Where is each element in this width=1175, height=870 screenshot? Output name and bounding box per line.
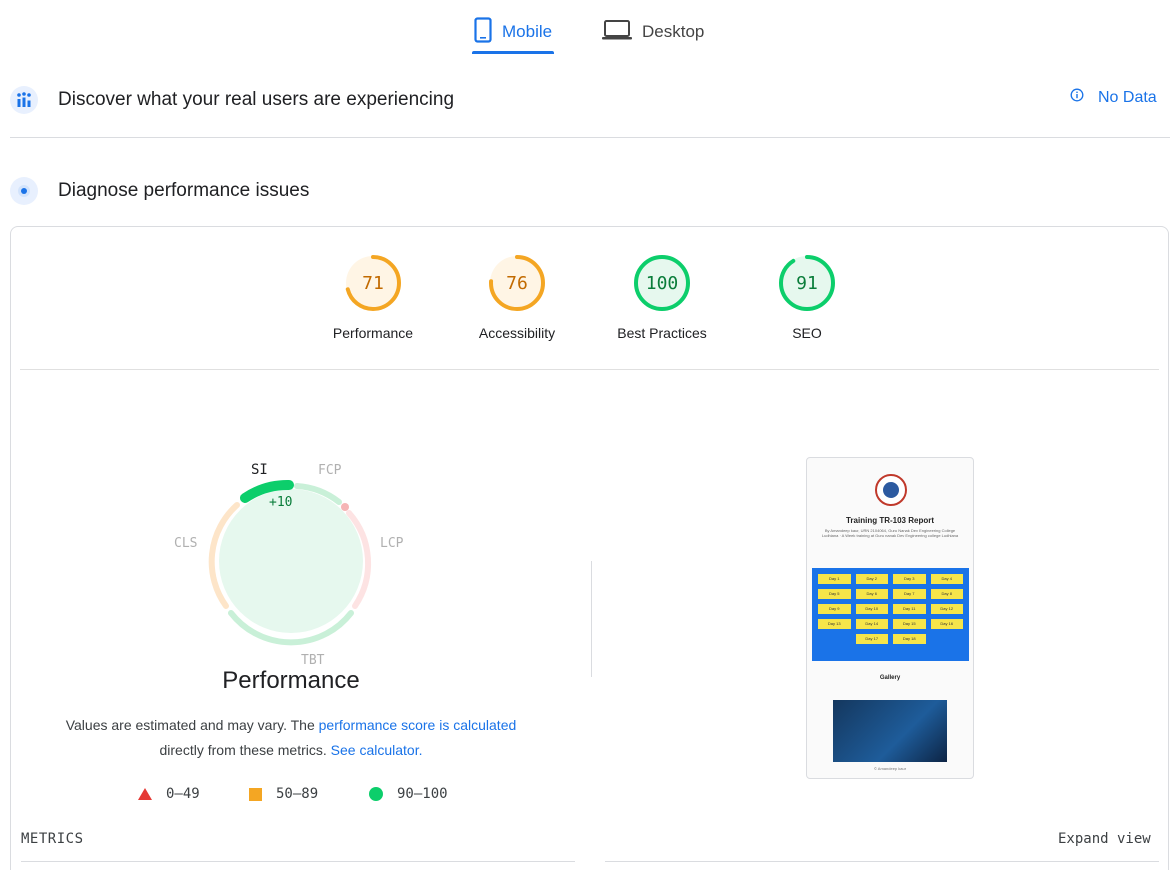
thumb-day-button: Day 10 <box>855 604 888 614</box>
thumb-day-button: Day 12 <box>930 604 963 614</box>
thumb-day-button: Day 18 <box>893 634 926 644</box>
active-tab-indicator <box>472 51 555 54</box>
vertical-divider <box>591 561 592 677</box>
users-chart-icon <box>10 86 38 114</box>
legend-average-range: 50–89 <box>276 786 319 802</box>
diagnose-title: Diagnose performance issues <box>58 180 310 201</box>
thumb-day-button: Day 5 <box>818 589 851 599</box>
thumb-day-button: Day 8 <box>930 589 963 599</box>
diagnose-section-header: Diagnose performance issues <box>10 177 309 205</box>
accessibility-label: Accessibility <box>478 325 556 341</box>
legend-average: 50–89 <box>249 786 318 802</box>
performance-metrics-gauge: SI FCP LCP TBT CLS +10 <box>174 462 404 668</box>
see-calculator-link[interactable]: See calculator. <box>331 742 423 758</box>
thumb-day-button: Day 1 <box>818 574 851 584</box>
metrics-heading: METRICS <box>21 831 84 847</box>
discover-section-header[interactable]: Discover what your real users are experi… <box>10 86 454 114</box>
thumb-day-button: Day 17 <box>855 634 888 644</box>
tab-desktop-label: Desktop <box>642 22 705 41</box>
college-logo-icon <box>875 474 907 506</box>
info-icon <box>1070 88 1084 107</box>
metrics-divider-left <box>21 861 575 862</box>
expand-view-button[interactable]: Expand view <box>1058 831 1151 847</box>
gauge-seo[interactable]: 91 SEO <box>737 253 877 341</box>
thumb-day-button: Day 9 <box>818 604 851 614</box>
desktop-laptop-icon <box>602 19 632 46</box>
category-gauges: 71 Performance 76 Accessibility 100 Best… <box>11 253 1168 353</box>
thumb-day-button: Day 13 <box>818 619 851 629</box>
score-calculated-link[interactable]: performance score is calculated <box>319 717 517 733</box>
si-delta: +10 <box>269 495 292 510</box>
legend-fail: 0–49 <box>138 786 200 802</box>
best-practices-label: Best Practices <box>617 325 707 341</box>
accessibility-score: 76 <box>506 273 528 294</box>
lcp-label: LCP <box>380 536 404 551</box>
tab-mobile[interactable]: Mobile <box>472 10 555 54</box>
no-data-indicator[interactable]: No Data <box>1070 88 1157 107</box>
report-card: 71 Performance 76 Accessibility 100 Best… <box>10 226 1169 870</box>
performance-description: Values are estimated and may vary. The p… <box>51 713 531 763</box>
lcp-marker <box>341 503 349 511</box>
page-screenshot-thumbnail[interactable]: Training TR-103 Report By Amandeep kaur,… <box>806 457 974 779</box>
gauge-inner-fill <box>219 489 363 633</box>
diagnose-target-icon <box>10 177 38 205</box>
fcp-label: FCP <box>318 463 342 478</box>
seo-label: SEO <box>792 325 822 341</box>
section-divider <box>10 137 1170 138</box>
thumb-day-grid: Day 1 Day 2 Day 3 Day 4 Day 5 Day 6 Day 7 Day 8… <box>812 568 969 661</box>
thumb-day-button: Day 2 <box>855 574 888 584</box>
no-data-label: No Data <box>1098 88 1157 106</box>
cls-label: CLS <box>174 536 197 551</box>
gauge-best-practices[interactable]: 100 Best Practices <box>592 253 732 341</box>
triangle-icon <box>138 788 152 800</box>
thumb-day-button: Day 6 <box>855 589 888 599</box>
thumb-day-button: Day 14 <box>855 619 888 629</box>
square-icon <box>249 787 262 801</box>
circle-icon <box>369 787 383 801</box>
tab-desktop[interactable]: Desktop <box>602 10 704 54</box>
thumb-subtitle: By Amandeep kaur, URN 2104064, Guru Nana… <box>821 528 959 538</box>
thumb-day-button: Day 3 <box>893 574 926 584</box>
tbt-label: TBT <box>301 653 325 668</box>
thumb-title: Training TR-103 Report <box>845 516 934 525</box>
si-label: SI <box>251 462 268 478</box>
legend-fail-range: 0–49 <box>166 786 200 802</box>
thumb-day-button: Day 4 <box>930 574 963 584</box>
gauge-performance[interactable]: 71 Performance <box>303 253 443 341</box>
tab-mobile-label: Mobile <box>502 22 553 41</box>
performance-label: Performance <box>332 325 414 341</box>
gauge-accessibility[interactable]: 76 Accessibility <box>447 253 587 341</box>
desc-middle: directly from these metrics. <box>159 742 331 758</box>
card-divider <box>20 369 1159 370</box>
thumb-day-button: Day 15 <box>893 619 926 629</box>
mobile-phone-icon <box>474 16 492 48</box>
best-practices-score: 100 <box>645 273 679 294</box>
metrics-divider-right <box>605 861 1159 862</box>
performance-title: Performance <box>222 667 360 694</box>
thumb-day-button: Day 7 <box>893 589 926 599</box>
discover-title: Discover what your real users are experi… <box>58 89 455 110</box>
seo-score: 91 <box>796 273 818 294</box>
thumb-day-button: Day 16 <box>930 619 963 629</box>
desc-prefix: Values are estimated and may vary. The <box>65 717 319 733</box>
performance-score: 71 <box>362 273 384 294</box>
legend-pass-range: 90–100 <box>397 786 448 802</box>
legend-pass: 90–100 <box>369 786 448 802</box>
thumb-footer: © Amandeep kaur <box>873 766 907 771</box>
thumb-gallery-heading: Gallery <box>879 675 901 681</box>
thumb-gallery-image <box>833 700 947 762</box>
thumb-day-button: Day 11 <box>893 604 926 614</box>
